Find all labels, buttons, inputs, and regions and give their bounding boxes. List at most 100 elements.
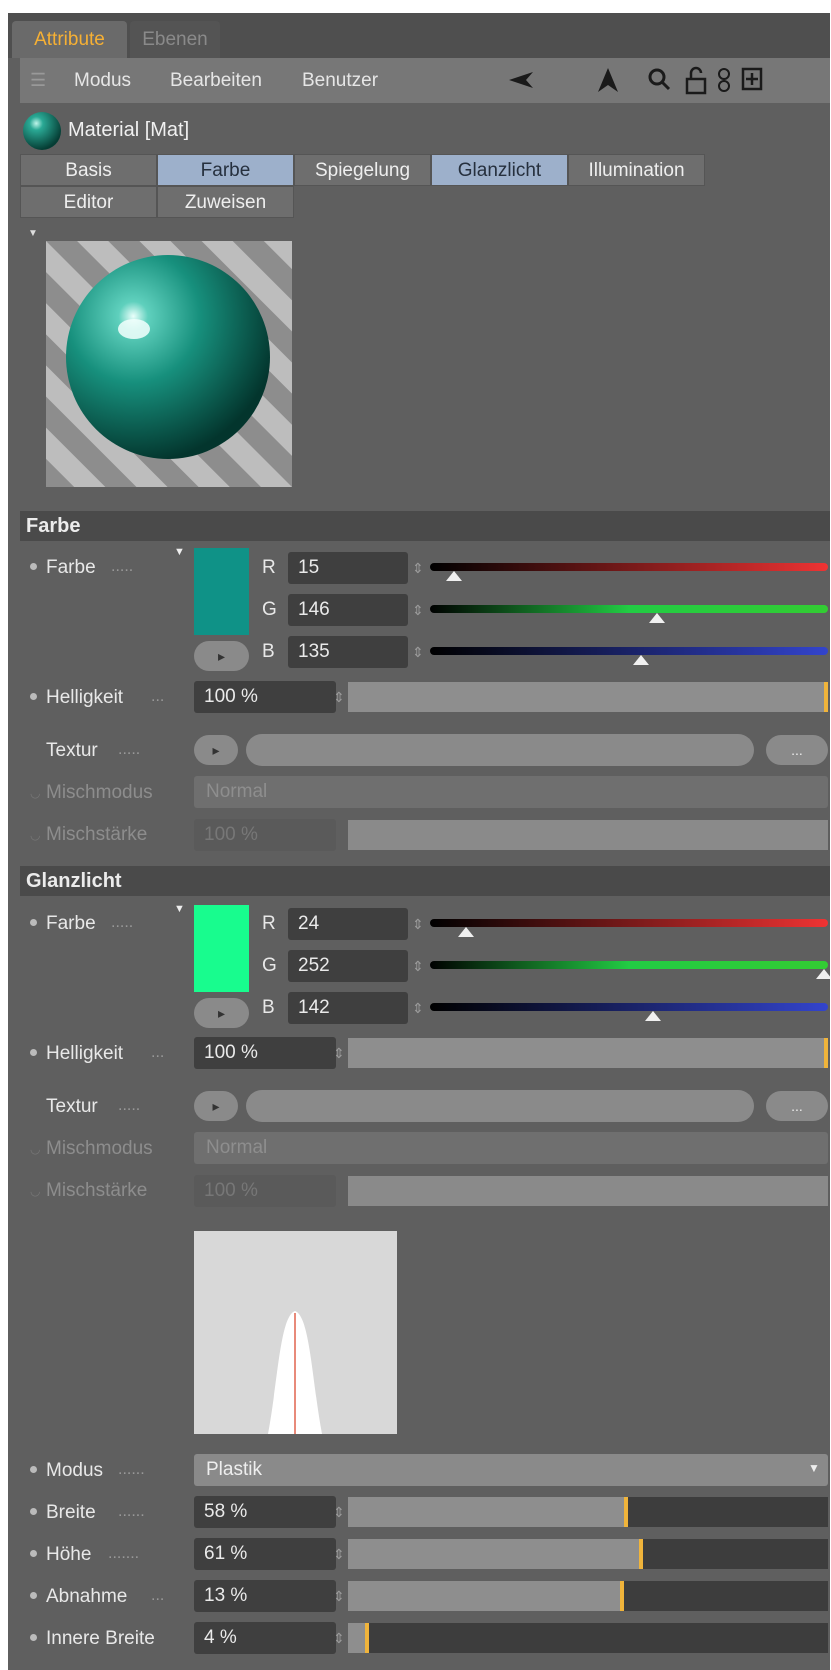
- mischstaerke-slider[interactable]: [348, 820, 828, 850]
- innere-breite-input[interactable]: 4 %: [194, 1622, 336, 1654]
- channel-tab-glanzlicht[interactable]: Glanzlicht: [431, 154, 568, 186]
- glanz-mischstaerke-input[interactable]: 100 %: [194, 1175, 336, 1207]
- glanz-color-swatch[interactable]: [194, 905, 249, 992]
- innere-breite-slider-thumb[interactable]: [365, 1623, 369, 1653]
- glanz-blue-input[interactable]: 142: [288, 992, 408, 1024]
- menu-modus[interactable]: Modus: [74, 58, 131, 103]
- color-mode-arrow-icon[interactable]: ▼: [174, 546, 185, 558]
- breite-input[interactable]: 58 %: [194, 1496, 336, 1528]
- breite-slider-thumb[interactable]: [624, 1497, 628, 1527]
- channel-tab-editor[interactable]: Editor: [20, 186, 157, 218]
- glanz-blue-spinner[interactable]: ⇕: [412, 992, 424, 1024]
- glanz-blue-slider[interactable]: [430, 1003, 828, 1011]
- channel-tab-zuweisen[interactable]: Zuweisen: [157, 186, 294, 218]
- glanz-color-picker-button[interactable]: ▸: [194, 998, 249, 1028]
- chevron-down-icon[interactable]: ▼: [808, 1461, 820, 1475]
- glanz-blue-slider-thumb[interactable]: [645, 1011, 661, 1021]
- glanz-helligkeit-input[interactable]: 100 %: [194, 1037, 336, 1069]
- glanz-textur-browse-button[interactable]: ...: [766, 1091, 828, 1121]
- channel-tab-illumination[interactable]: Illumination: [568, 154, 705, 186]
- glanz-red-slider-thumb[interactable]: [458, 927, 474, 937]
- glanz-helligkeit-label: Helligkeit: [46, 1043, 124, 1064]
- color-swatch[interactable]: [194, 548, 249, 635]
- red-input[interactable]: 15: [288, 552, 408, 584]
- search-icon[interactable]: [646, 58, 672, 103]
- glanz-green-slider-thumb[interactable]: [816, 969, 830, 979]
- channel-tab-farbe[interactable]: Farbe: [157, 154, 294, 186]
- glanz-mischmodus-dropdown[interactable]: Normal: [194, 1132, 828, 1164]
- material-icon: [22, 111, 62, 151]
- menu-grip-icon[interactable]: ☰: [30, 58, 46, 103]
- helligkeit-slider[interactable]: [348, 682, 828, 712]
- textur-arrow-button[interactable]: ▸: [194, 735, 238, 765]
- tab-ebenen[interactable]: Ebenen: [130, 21, 220, 58]
- glanz-red-input[interactable]: 24: [288, 908, 408, 940]
- label-dots: .....: [118, 1097, 141, 1114]
- lock-icon[interactable]: [684, 58, 708, 103]
- label-dots: ......: [118, 1461, 145, 1478]
- glanz-helligkeit-spinner[interactable]: ⇕: [333, 1037, 345, 1069]
- checkbox-icon[interactable]: ◡: [30, 786, 40, 800]
- checkbox-icon[interactable]: ◡: [30, 828, 40, 842]
- glanz-helligkeit-slider[interactable]: [348, 1038, 828, 1068]
- link-icon[interactable]: [714, 58, 734, 103]
- blue-slider[interactable]: [430, 647, 828, 655]
- glanz-mischstaerke-slider[interactable]: [348, 1176, 828, 1206]
- menu-benutzer[interactable]: Benutzer: [302, 58, 378, 103]
- red-spinner[interactable]: ⇕: [412, 552, 424, 584]
- textur-browse-button[interactable]: ...: [766, 735, 828, 765]
- mischmodus-dropdown[interactable]: Normal: [194, 776, 828, 808]
- red-slider-thumb[interactable]: [446, 571, 462, 581]
- abnahme-input[interactable]: 13 %: [194, 1580, 336, 1612]
- glanz-green-slider[interactable]: [430, 961, 828, 969]
- color-picker-button[interactable]: ▸: [194, 641, 249, 671]
- hoehe-input[interactable]: 61 %: [194, 1538, 336, 1570]
- green-slider[interactable]: [430, 605, 828, 613]
- blue-slider-thumb[interactable]: [633, 655, 649, 665]
- channel-tab-spiegelung[interactable]: Spiegelung: [294, 154, 431, 186]
- hoehe-slider[interactable]: [348, 1539, 828, 1569]
- attribute-manager: Attribute Ebenen ☰ Modus Bearbeiten Benu…: [8, 13, 830, 1670]
- menu-bearbeiten[interactable]: Bearbeiten: [170, 58, 262, 103]
- new-panel-icon[interactable]: [740, 58, 764, 103]
- back-arrow-icon[interactable]: [507, 58, 535, 103]
- glanz-textur-field[interactable]: [246, 1090, 754, 1122]
- glanz-red-spinner[interactable]: ⇕: [412, 908, 424, 940]
- glanz-green-input[interactable]: 252: [288, 950, 408, 982]
- preview-collapse-icon[interactable]: ▼: [28, 228, 38, 239]
- blue-input[interactable]: 135: [288, 636, 408, 668]
- helligkeit-slider-thumb[interactable]: [824, 682, 828, 712]
- abnahme-spinner[interactable]: ⇕: [333, 1580, 345, 1612]
- textur-field[interactable]: [246, 734, 754, 766]
- glanz-textur-arrow-button[interactable]: ▸: [194, 1091, 238, 1121]
- glanz-green-spinner[interactable]: ⇕: [412, 950, 424, 982]
- tab-attribute[interactable]: Attribute: [12, 21, 127, 58]
- material-preview: [46, 241, 292, 487]
- mischstaerke-input[interactable]: 100 %: [194, 819, 336, 851]
- highlight-curve-preview: [194, 1231, 397, 1434]
- checkbox-icon[interactable]: ◡: [30, 1184, 40, 1198]
- hoehe-slider-thumb[interactable]: [639, 1539, 643, 1569]
- breite-slider[interactable]: [348, 1497, 828, 1527]
- green-spinner[interactable]: ⇕: [412, 594, 424, 626]
- abnahme-slider-thumb[interactable]: [620, 1581, 624, 1611]
- green-slider-thumb[interactable]: [649, 613, 665, 623]
- helligkeit-spinner[interactable]: ⇕: [333, 681, 345, 713]
- checkbox-icon[interactable]: ◡: [30, 1142, 40, 1156]
- breite-spinner[interactable]: ⇕: [333, 1496, 345, 1528]
- navigate-up-icon[interactable]: [594, 58, 622, 103]
- hoehe-spinner[interactable]: ⇕: [333, 1538, 345, 1570]
- glanz-red-slider[interactable]: [430, 919, 828, 927]
- innere-breite-slider[interactable]: [348, 1623, 828, 1653]
- modus-dropdown[interactable]: Plastik: [194, 1454, 828, 1486]
- helligkeit-input[interactable]: 100 %: [194, 681, 336, 713]
- red-slider[interactable]: [430, 563, 828, 571]
- innere-breite-spinner[interactable]: ⇕: [333, 1622, 345, 1654]
- abnahme-slider[interactable]: [348, 1581, 828, 1611]
- blue-spinner[interactable]: ⇕: [412, 636, 424, 668]
- glanz-helligkeit-slider-thumb[interactable]: [824, 1038, 828, 1068]
- color-mode-arrow-icon[interactable]: ▼: [174, 903, 185, 915]
- mischstaerke-label: Mischstärke: [46, 824, 148, 845]
- green-input[interactable]: 146: [288, 594, 408, 626]
- channel-tab-basis[interactable]: Basis: [20, 154, 157, 186]
